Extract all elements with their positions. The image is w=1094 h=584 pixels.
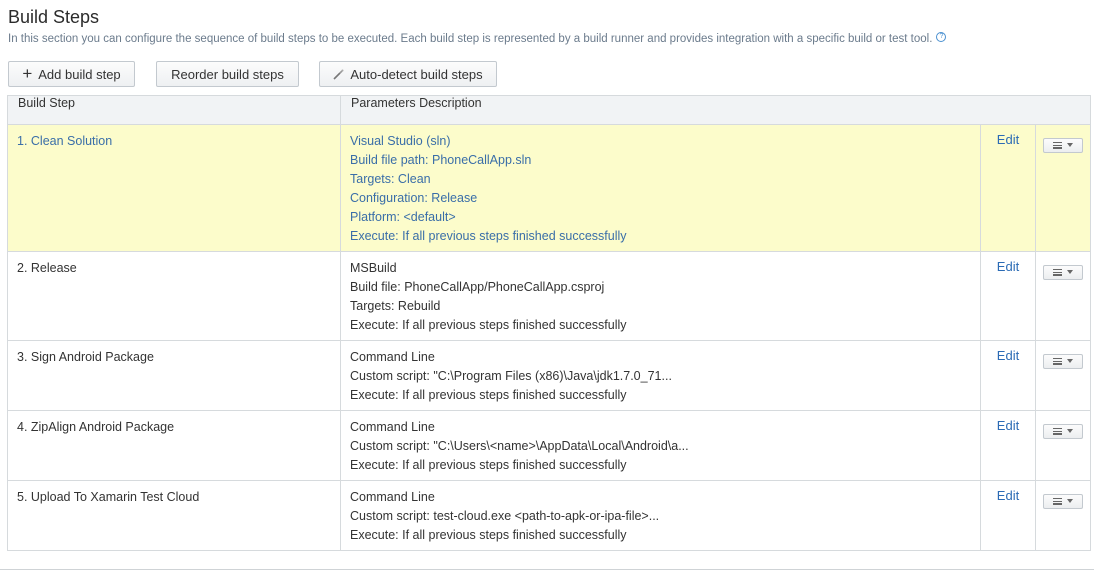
step-parameters: Visual Studio (sln) Build file path: Phon… (340, 124, 981, 252)
list-icon (1053, 141, 1062, 149)
parameter-line: Custom script: "C:\Program Files (x86)\J… (350, 369, 672, 383)
column-header-build-step: Build Step (7, 95, 341, 125)
parameter-line: Configuration: Release (350, 191, 478, 205)
table-body: 1. Clean Solution Visual Studio (sln) Buil… (7, 124, 1091, 551)
parameter-line: Custom script: "C:\Users\<name>\AppData\… (350, 439, 689, 453)
actions-menu-button[interactable] (1043, 423, 1083, 439)
step-parameters: MSBuild Build file: PhoneCallApp/PhoneCal… (340, 251, 981, 341)
table-row[interactable]: 5. Upload To Xamarin Test Cloud Command L… (7, 480, 1091, 551)
table-row[interactable]: 3. Sign Android Package Command Line Custo… (7, 340, 1091, 411)
auto-detect-build-steps-label: Auto-detect build steps (350, 66, 483, 82)
step-parameters: Command Line Custom script: test-cloud.ex… (340, 480, 981, 551)
edit-cell: Edit (980, 340, 1036, 411)
add-build-step-label: Add build step (38, 66, 121, 82)
list-icon (1053, 497, 1062, 505)
edit-cell: Edit (980, 124, 1036, 252)
parameter-line: Execute: If all previous steps finished … (350, 388, 627, 402)
help-icon[interactable]: ? (936, 32, 947, 42)
parameter-line: Build file path: PhoneCallApp.sln (350, 153, 532, 167)
section-description: In this section you can configure the se… (8, 32, 947, 45)
actions-menu-button[interactable] (1043, 353, 1083, 369)
table-row[interactable]: 2. Release MSBuild Build file: PhoneCallAp… (7, 251, 1091, 341)
add-build-step-button[interactable]: + Add build step (8, 61, 135, 87)
parameter-line: Custom script: test-cloud.exe <path-to-a… (350, 509, 660, 523)
actions-cell (1035, 480, 1091, 551)
actions-cell (1035, 124, 1091, 252)
parameter-line: Command Line (350, 420, 435, 434)
step-parameters: Command Line Custom script: "C:\Program F… (340, 340, 981, 411)
edit-cell: Edit (980, 251, 1036, 341)
magic-wand-icon (333, 69, 344, 80)
parameter-line: Platform: <default> (350, 210, 456, 224)
edit-link[interactable]: Edit (997, 259, 1019, 274)
page-title: Build Steps (8, 7, 100, 27)
step-name[interactable]: 4. ZipAlign Android Package (7, 410, 341, 481)
parameter-line: MSBuild (350, 261, 397, 275)
parameter-line: Command Line (350, 350, 435, 364)
step-parameters: Command Line Custom script: "C:\Users\<na… (340, 410, 981, 481)
edit-link[interactable]: Edit (997, 418, 1019, 433)
edit-cell: Edit (980, 410, 1036, 481)
actions-menu-button[interactable] (1043, 264, 1083, 280)
description-text: In this section you can configure the se… (8, 33, 933, 45)
build-steps-table: Build Step Parameters Description 1. Cle… (7, 95, 1091, 551)
divider (0, 569, 1094, 570)
parameter-line: Targets: Clean (350, 172, 431, 186)
actions-cell (1035, 340, 1091, 411)
parameter-line: Command Line (350, 490, 435, 504)
chevron-down-icon (1067, 270, 1073, 275)
actions-menu-button[interactable] (1043, 137, 1083, 153)
edit-link[interactable]: Edit (997, 348, 1019, 363)
chevron-down-icon (1067, 429, 1073, 434)
chevron-down-icon (1067, 359, 1073, 364)
table-row[interactable]: 4. ZipAlign Android Package Command Line C… (7, 410, 1091, 481)
edit-link[interactable]: Edit (997, 132, 1019, 147)
step-name[interactable]: 2. Release (7, 251, 341, 341)
parameter-line: Execute: If all previous steps finished … (350, 318, 627, 332)
step-name[interactable]: 3. Sign Android Package (7, 340, 341, 411)
parameter-line: Targets: Rebuild (350, 299, 441, 313)
reorder-build-steps-label: Reorder build steps (171, 66, 284, 82)
plus-icon: + (22, 63, 33, 83)
actions-cell (1035, 410, 1091, 481)
parameter-line: Execute: If all previous steps finished … (350, 458, 627, 472)
step-name[interactable]: 5. Upload To Xamarin Test Cloud (7, 480, 341, 551)
edit-link[interactable]: Edit (997, 488, 1019, 503)
step-name[interactable]: 1. Clean Solution (7, 124, 341, 252)
chevron-down-icon (1067, 499, 1073, 504)
list-icon (1053, 357, 1062, 365)
parameter-line: Execute: If all previous steps finished … (350, 528, 627, 542)
edit-cell: Edit (980, 480, 1036, 551)
table-header-row: Build Step Parameters Description (7, 95, 1091, 125)
table-row[interactable]: 1. Clean Solution Visual Studio (sln) Buil… (7, 124, 1091, 252)
reorder-build-steps-button[interactable]: Reorder build steps (156, 61, 299, 87)
list-icon (1053, 427, 1062, 435)
parameter-line: Visual Studio (sln) (350, 134, 451, 148)
parameter-line: Execute: If all previous steps finished … (350, 229, 627, 243)
list-icon (1053, 268, 1062, 276)
parameter-line: Build file: PhoneCallApp/PhoneCallApp.cs… (350, 280, 605, 294)
auto-detect-build-steps-button[interactable]: Auto-detect build steps (319, 61, 497, 87)
actions-menu-button[interactable] (1043, 493, 1083, 509)
column-header-parameters: Parameters Description (340, 95, 1091, 125)
actions-cell (1035, 251, 1091, 341)
chevron-down-icon (1067, 143, 1073, 148)
